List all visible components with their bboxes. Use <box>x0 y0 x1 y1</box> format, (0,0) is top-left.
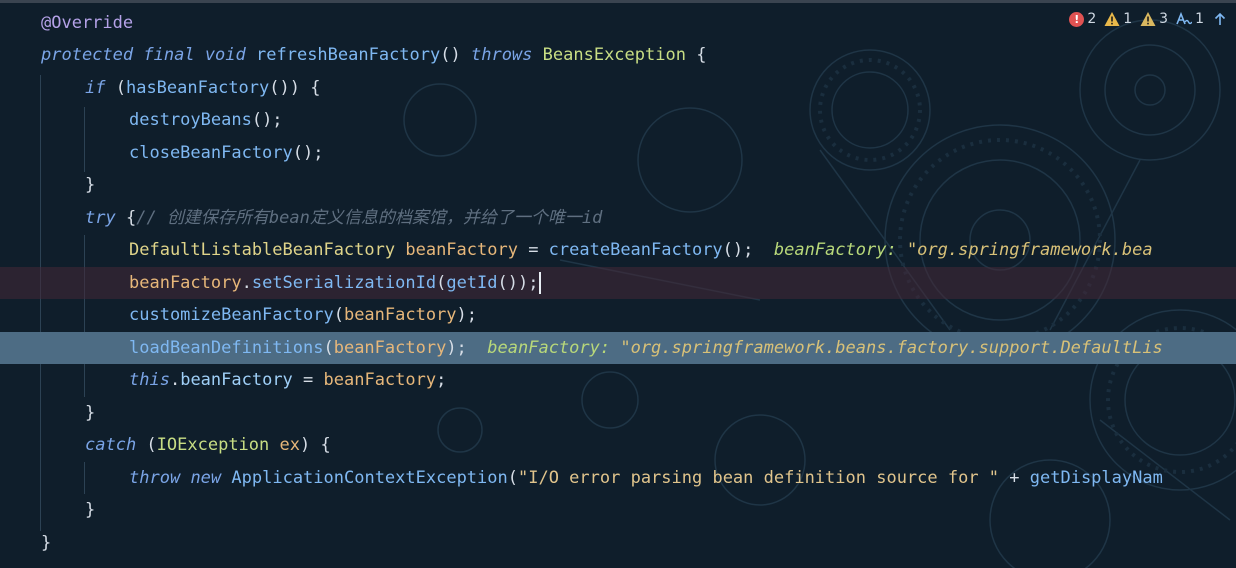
weak-warning-icon <box>1140 12 1156 26</box>
class-application-context-exception: ApplicationContextException <box>231 468 508 488</box>
text-caret <box>539 272 542 294</box>
inline-debug-hint-key: beanFactory: <box>773 240 907 260</box>
code-line-11-execution-point[interactable]: loadBeanDefinitions(beanFactory); beanFa… <box>0 332 1236 364</box>
assign-operator: = <box>517 240 549 260</box>
variable-bean-factory: beanFactory <box>323 370 437 390</box>
inline-debug-hint-key: beanFactory: <box>487 338 621 358</box>
code-line-17[interactable]: } <box>0 527 1236 559</box>
previous-highlight-button[interactable] <box>1212 11 1228 27</box>
inspection-widget[interactable]: ! 2 1 3 1 <box>1069 8 1228 30</box>
close-brace: } <box>41 533 52 553</box>
code-line-4[interactable]: destroyBeans(); <box>0 104 1236 136</box>
paren-close: ) { <box>299 435 331 455</box>
keyword-throws: throws <box>470 45 533 65</box>
variable-bean-factory: beanFactory <box>405 240 518 260</box>
statement-end: (); <box>722 240 754 260</box>
call-customize-bean-factory: customizeBeanFactory <box>129 305 334 325</box>
code-comment: // 创建保存所有bean定义信息的档案馆，并给了一个唯一id <box>136 208 603 228</box>
error-icon: ! <box>1069 11 1085 27</box>
errors-indicator[interactable]: ! 2 <box>1069 11 1096 27</box>
typo-icon <box>1176 11 1193 25</box>
inline-debug-hint-value: "org.springframework.bea <box>906 240 1153 260</box>
dot: . <box>241 273 252 293</box>
argument-bean-factory: beanFactory <box>333 338 447 358</box>
assign-operator: = <box>292 370 324 390</box>
call-get-display-name: getDisplayNam <box>1029 468 1163 488</box>
string-literal: "I/O error parsing bean definition sourc… <box>518 468 1000 488</box>
paren: ( <box>323 338 334 358</box>
method-parens: () <box>440 45 461 65</box>
keyword-throw: throw <box>129 468 181 488</box>
errors-count: 2 <box>1087 11 1097 27</box>
code-line-9-current[interactable]: beanFactory.setSerializationId(getId()); <box>0 267 1236 299</box>
call-set-serialization-id: setSerializationId <box>251 273 437 293</box>
code-line-6[interactable]: } <box>0 169 1236 201</box>
open-brace: { <box>115 208 137 228</box>
code-line-13[interactable]: } <box>0 397 1236 429</box>
keyword-new: new <box>190 468 222 488</box>
statement-end: ()); <box>497 273 539 293</box>
call-has-bean-factory: hasBeanFactory <box>125 78 270 98</box>
code-line-7[interactable]: try {// 创建保存所有bean定义信息的档案馆，并给了一个唯一id <box>0 202 1236 234</box>
code-line-14[interactable]: catch (IOException ex) { <box>0 429 1236 461</box>
plus-operator: + <box>999 468 1030 488</box>
code-line-10[interactable]: customizeBeanFactory(beanFactory); <box>0 299 1236 331</box>
dot: . <box>169 370 181 390</box>
paren: ( <box>507 468 518 488</box>
keyword-this: this <box>129 370 170 390</box>
field-bean-factory: beanFactory <box>180 370 293 390</box>
keyword-final: final <box>143 45 195 65</box>
code-line-12[interactable]: this.beanFactory = beanFactory; <box>0 364 1236 396</box>
keyword-void: void <box>204 45 246 65</box>
statement-end: ); <box>456 305 478 325</box>
exception-type: BeansException <box>542 45 686 65</box>
code-line-8[interactable]: DefaultListableBeanFactory beanFactory =… <box>0 234 1236 266</box>
keyword-catch: catch <box>85 435 137 455</box>
weak-warnings-count: 3 <box>1159 11 1169 27</box>
warnings-indicator[interactable]: 1 <box>1104 11 1132 27</box>
call-load-bean-definitions: loadBeanDefinitions <box>129 338 324 358</box>
statement-end: (); <box>251 110 283 130</box>
type-default-listable-bean-factory: DefaultListableBeanFactory <box>129 240 396 260</box>
close-brace: } <box>85 500 96 520</box>
paren: ( <box>136 435 157 455</box>
exception-type-io: IOException <box>156 435 270 455</box>
call-close-bean-factory: closeBeanFactory <box>129 143 293 163</box>
statement-end: (); <box>292 143 324 163</box>
argument-bean-factory: beanFactory <box>343 305 457 325</box>
inline-debug-hint-value: "org.springframework.beans.factory.suppo… <box>620 338 1163 358</box>
keyword-if: if <box>85 78 106 98</box>
call-create-bean-factory: createBeanFactory <box>548 240 723 260</box>
keyword-try: try <box>85 208 116 228</box>
typos-count: 1 <box>1195 11 1204 27</box>
statement-end: ); <box>446 338 467 358</box>
code-editor[interactable]: @Override protected final void refreshBe… <box>0 7 1236 568</box>
paren: ( <box>436 273 447 293</box>
call-destroy-beans: destroyBeans <box>129 110 252 130</box>
override-annotation: @Override <box>41 13 134 33</box>
code-line-1[interactable]: @Override <box>0 7 1236 39</box>
code-line-3[interactable]: if (hasBeanFactory()) { <box>0 72 1236 104</box>
paren: ( <box>105 78 126 98</box>
arrow-up-icon <box>1214 12 1226 25</box>
variable-bean-factory: beanFactory <box>129 273 242 293</box>
semicolon: ; <box>436 370 447 390</box>
method-name: refreshBeanFactory <box>256 45 441 65</box>
open-brace: { <box>685 45 707 65</box>
paren: ( <box>333 305 344 325</box>
warning-icon <box>1104 12 1120 26</box>
code-line-16[interactable]: } <box>0 494 1236 526</box>
code-line-5[interactable]: closeBeanFactory(); <box>0 137 1236 169</box>
weak-warnings-indicator[interactable]: 3 <box>1140 11 1168 27</box>
paren-close: ()) { <box>269 78 321 98</box>
typos-indicator[interactable]: 1 <box>1176 11 1204 27</box>
code-line-2[interactable]: protected final void refreshBeanFactory(… <box>0 39 1236 71</box>
close-brace: } <box>85 175 96 195</box>
variable-ex: ex <box>269 435 300 455</box>
call-get-id: getId <box>446 273 498 293</box>
code-line-15[interactable]: throw new ApplicationContextException("I… <box>0 462 1236 494</box>
warnings-count: 1 <box>1123 11 1133 27</box>
close-brace: } <box>85 403 96 423</box>
keyword-protected: protected <box>41 45 134 65</box>
